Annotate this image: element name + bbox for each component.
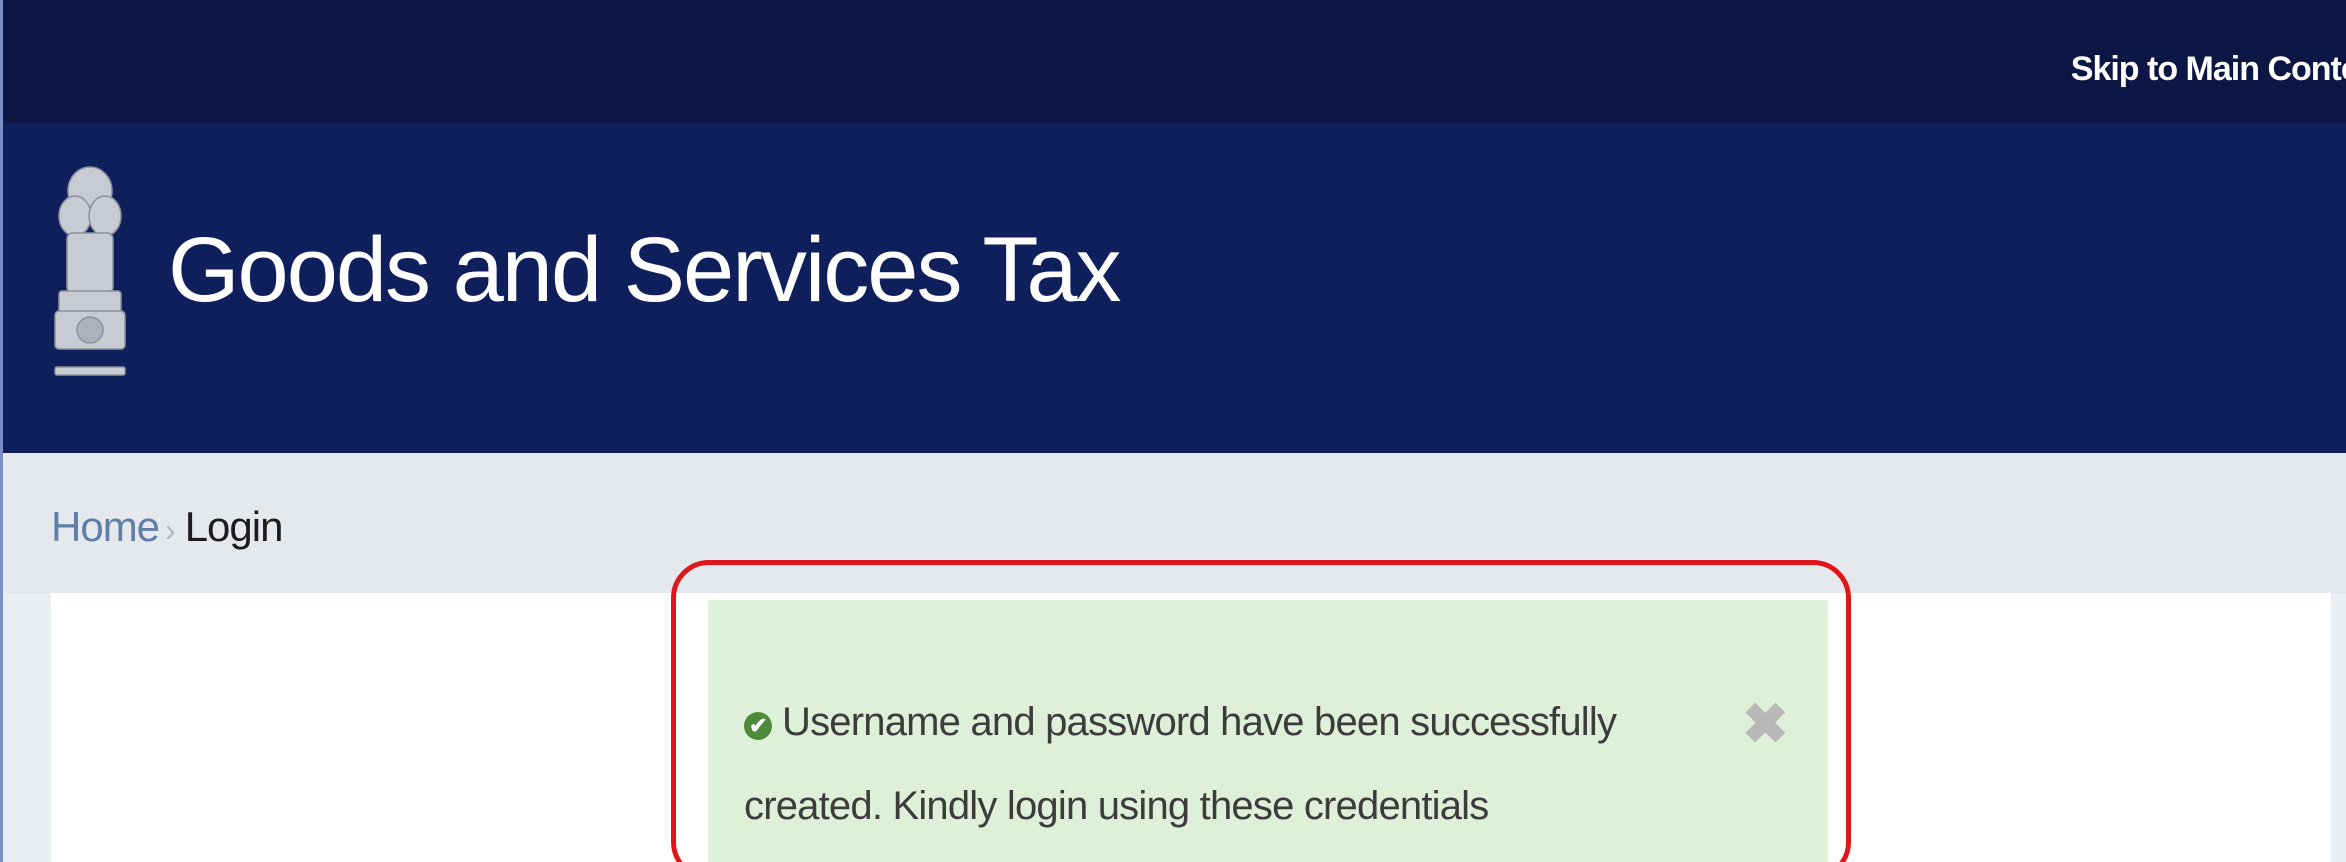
alert-message: Username and password have been successf…	[744, 700, 1617, 828]
breadcrumb-bar: Home › Login	[3, 453, 2346, 593]
breadcrumb-current: Login	[184, 503, 284, 550]
check-circle-icon: ✔	[744, 712, 772, 740]
breadcrumb-separator: ›	[165, 512, 176, 548]
page-frame: Skip to Main Conter Goods and Services T…	[0, 0, 2346, 862]
breadcrumb-home-link[interactable]: Home	[51, 503, 160, 550]
national-emblem-icon	[54, 166, 126, 376]
close-icon[interactable]: ✖	[1742, 696, 1789, 752]
top-bar: Skip to Main Conter	[3, 0, 2346, 123]
success-alert: ✔ Username and password have been success…	[708, 600, 1828, 862]
breadcrumb: Home › Login	[51, 503, 284, 551]
site-title: Goods and Services Tax	[168, 219, 1122, 321]
skip-to-main-content-link[interactable]: Skip to Main Conter	[2071, 50, 2346, 89]
site-header: Goods and Services Tax	[3, 123, 2346, 453]
